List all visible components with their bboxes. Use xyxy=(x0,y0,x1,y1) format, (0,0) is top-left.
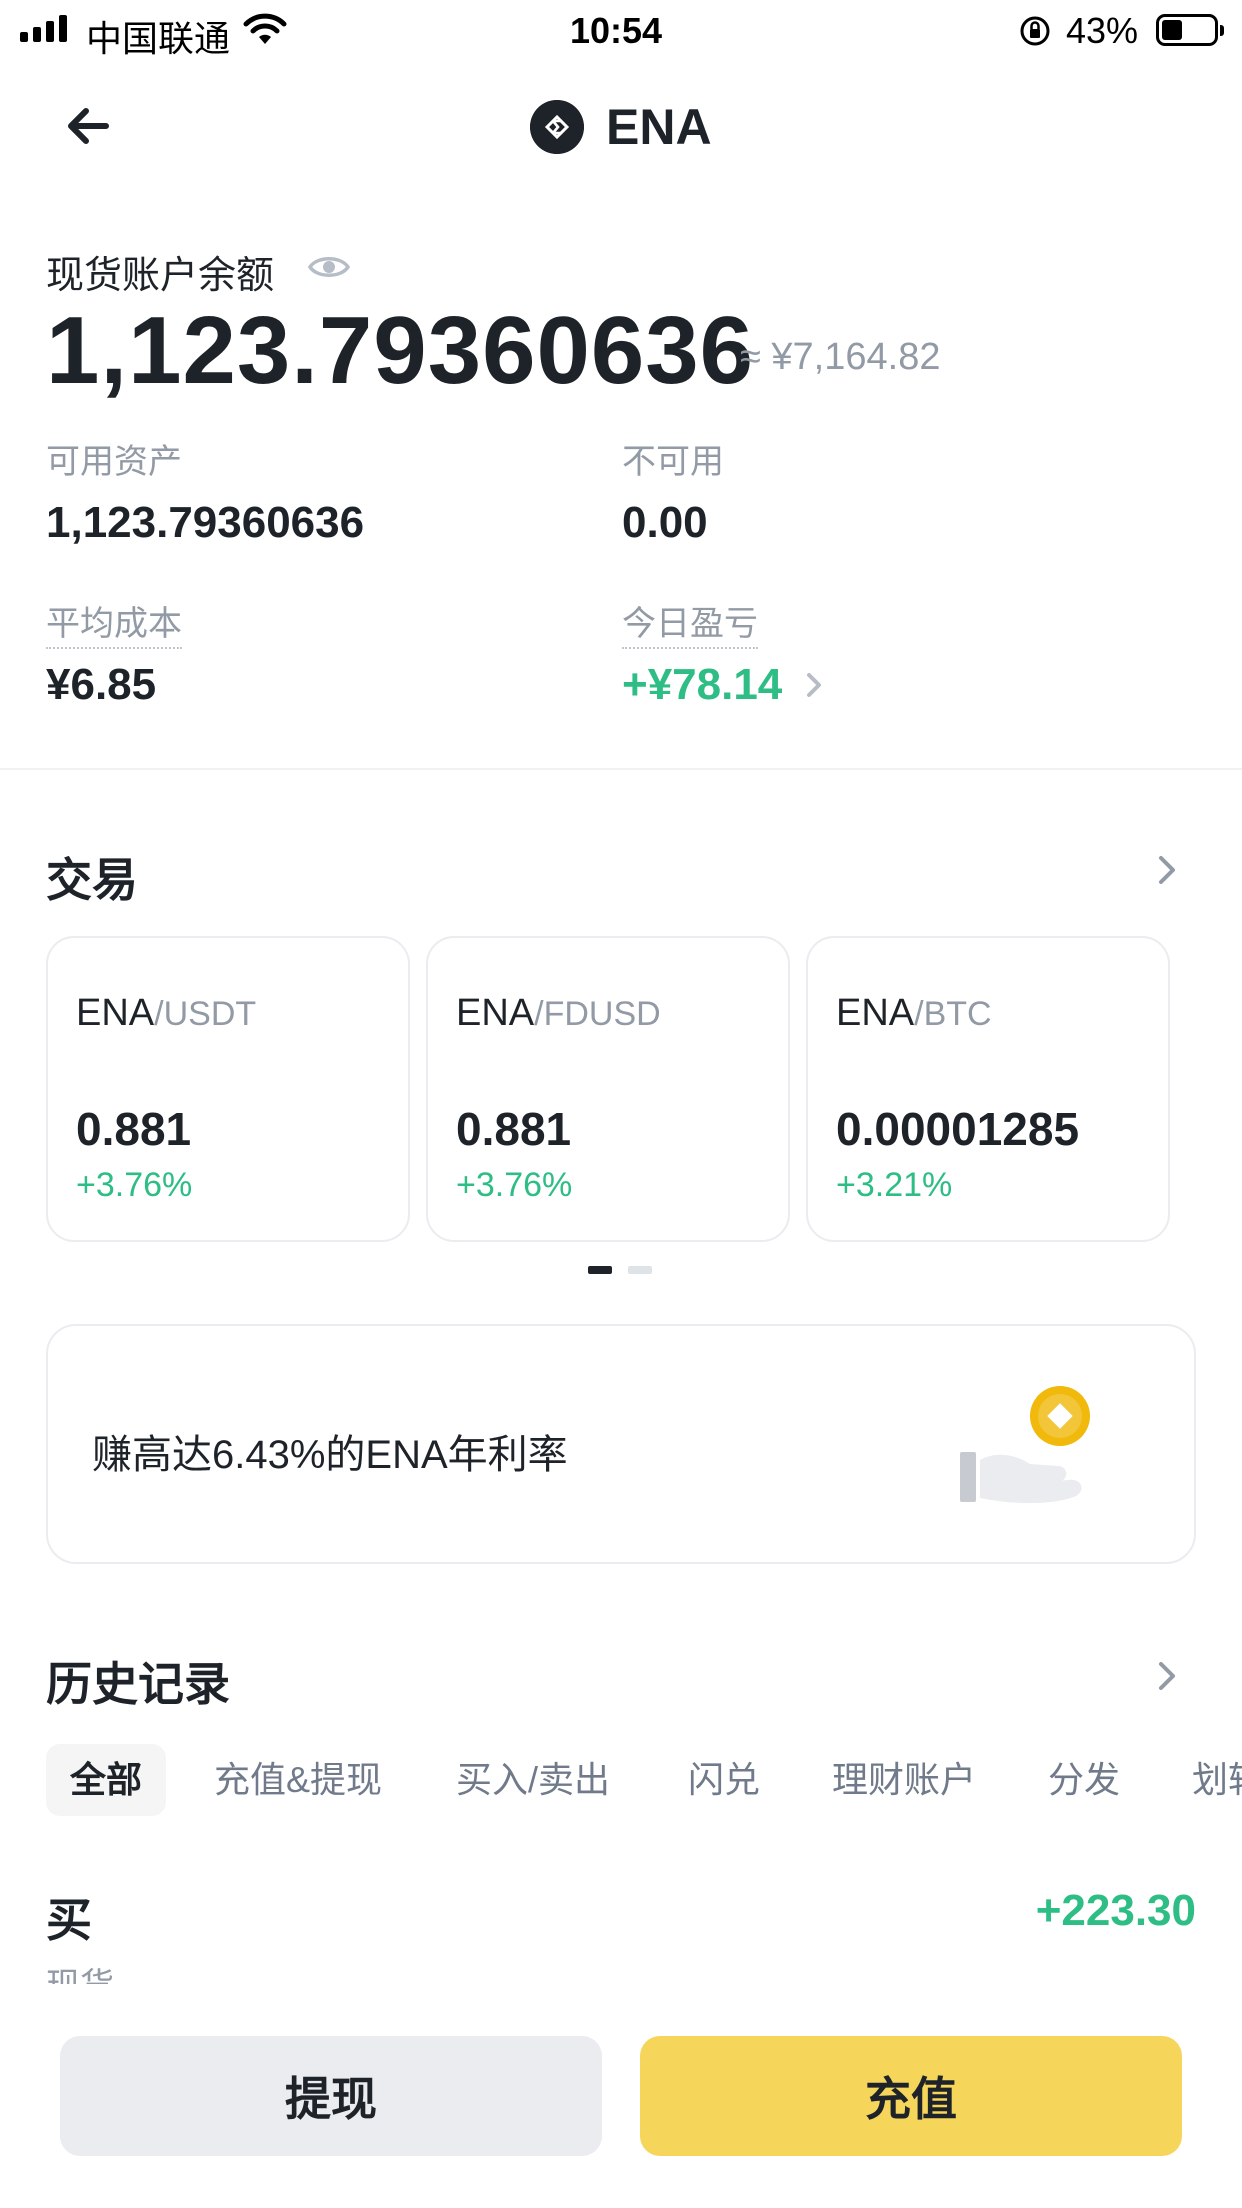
ena-logo-icon xyxy=(530,100,584,154)
trade-more-chevron-icon[interactable] xyxy=(1154,852,1180,888)
available-value: 1,123.79360636 xyxy=(46,498,365,547)
pager-dot[interactable] xyxy=(628,1266,652,1274)
pnl-label[interactable]: 今日盈亏 xyxy=(622,596,758,649)
history-entry-amount: +223.30 xyxy=(1035,1886,1196,1935)
carrier-name: 中国联通 xyxy=(86,18,231,59)
pair-change: +3.21% xyxy=(836,1166,953,1204)
battery-icon xyxy=(1156,14,1224,46)
status-time: 10:54 xyxy=(570,10,663,51)
tab-earn-account[interactable]: 理财账户 xyxy=(832,1744,976,1816)
balance-amount: 1,123.79360636 xyxy=(46,297,755,404)
pair-price: 0.881 xyxy=(76,1103,192,1155)
tab-transfer[interactable]: 划转 xyxy=(1192,1744,1242,1816)
page-title: ENA xyxy=(606,99,712,155)
pair-change: +3.76% xyxy=(456,1166,573,1204)
history-section-title: 历史记录 xyxy=(46,1658,230,1710)
status-bar: 中国联通 10:54 43% xyxy=(0,0,1242,62)
tab-convert[interactable]: 闪兑 xyxy=(688,1744,760,1816)
trading-pair-card[interactable]: ENA/BTC 0.00001285 +3.21% xyxy=(806,936,1170,1242)
balance-fiat-value: ≈ ¥7,164.82 xyxy=(740,336,941,378)
unavailable-label: 不可用 xyxy=(622,443,724,481)
coin-hand-icon xyxy=(960,1386,1090,1504)
pnl-link[interactable]: +¥78.14 xyxy=(622,660,826,710)
chevron-right-icon xyxy=(807,673,822,697)
section-divider xyxy=(0,768,1242,770)
pnl-value: +¥78.14 xyxy=(622,660,783,709)
deposit-button[interactable]: 充值 xyxy=(640,2036,1182,2156)
pair-name: ENA/BTC xyxy=(836,992,992,1034)
earn-promo-text: 赚高达6.43%的ENA年利率 xyxy=(92,1433,568,1477)
back-arrow-icon[interactable] xyxy=(62,100,118,152)
history-more-chevron-icon[interactable] xyxy=(1154,1658,1180,1694)
tab-distribution[interactable]: 分发 xyxy=(1048,1744,1120,1816)
avg-cost-value: ¥6.85 xyxy=(46,660,157,709)
withdraw-button[interactable]: 提现 xyxy=(60,2036,602,2156)
battery-percentage: 43% xyxy=(1066,10,1139,51)
balance-label: 现货账户余额 xyxy=(46,255,275,297)
tab-buy-sell[interactable]: 买入/卖出 xyxy=(456,1744,610,1816)
pair-change: +3.76% xyxy=(76,1166,193,1204)
eye-icon[interactable] xyxy=(308,250,350,284)
tab-transfer-clip: 划转 xyxy=(1192,1744,1242,1816)
cellular-signal-icon xyxy=(20,14,67,42)
trade-section-title: 交易 xyxy=(46,854,138,906)
avg-cost-label[interactable]: 平均成本 xyxy=(46,596,182,649)
tab-all[interactable]: 全部 xyxy=(46,1744,167,1816)
pair-name: ENA/USDT xyxy=(76,992,257,1034)
pager-dot-active[interactable] xyxy=(588,1266,612,1274)
tab-deposit-withdraw[interactable]: 充值&提现 xyxy=(214,1744,382,1816)
orientation-lock-icon xyxy=(1020,16,1050,46)
history-entry-account: 现货 xyxy=(46,1958,114,1984)
available-label: 可用资产 xyxy=(46,443,182,481)
pair-name: ENA/FDUSD xyxy=(456,992,661,1034)
wifi-icon xyxy=(243,13,287,44)
history-entry-type: 买 xyxy=(46,1894,92,1946)
pair-price: 0.00001285 xyxy=(836,1103,1080,1155)
pair-price: 0.881 xyxy=(456,1103,572,1155)
earn-promo-card[interactable]: 赚高达6.43%的ENA年利率 xyxy=(46,1324,1196,1564)
unavailable-value: 0.00 xyxy=(622,498,708,547)
trading-pair-card[interactable]: ENA/USDT 0.881 +3.76% xyxy=(46,936,410,1242)
trading-pair-card[interactable]: ENA/FDUSD 0.881 +3.76% xyxy=(426,936,790,1242)
